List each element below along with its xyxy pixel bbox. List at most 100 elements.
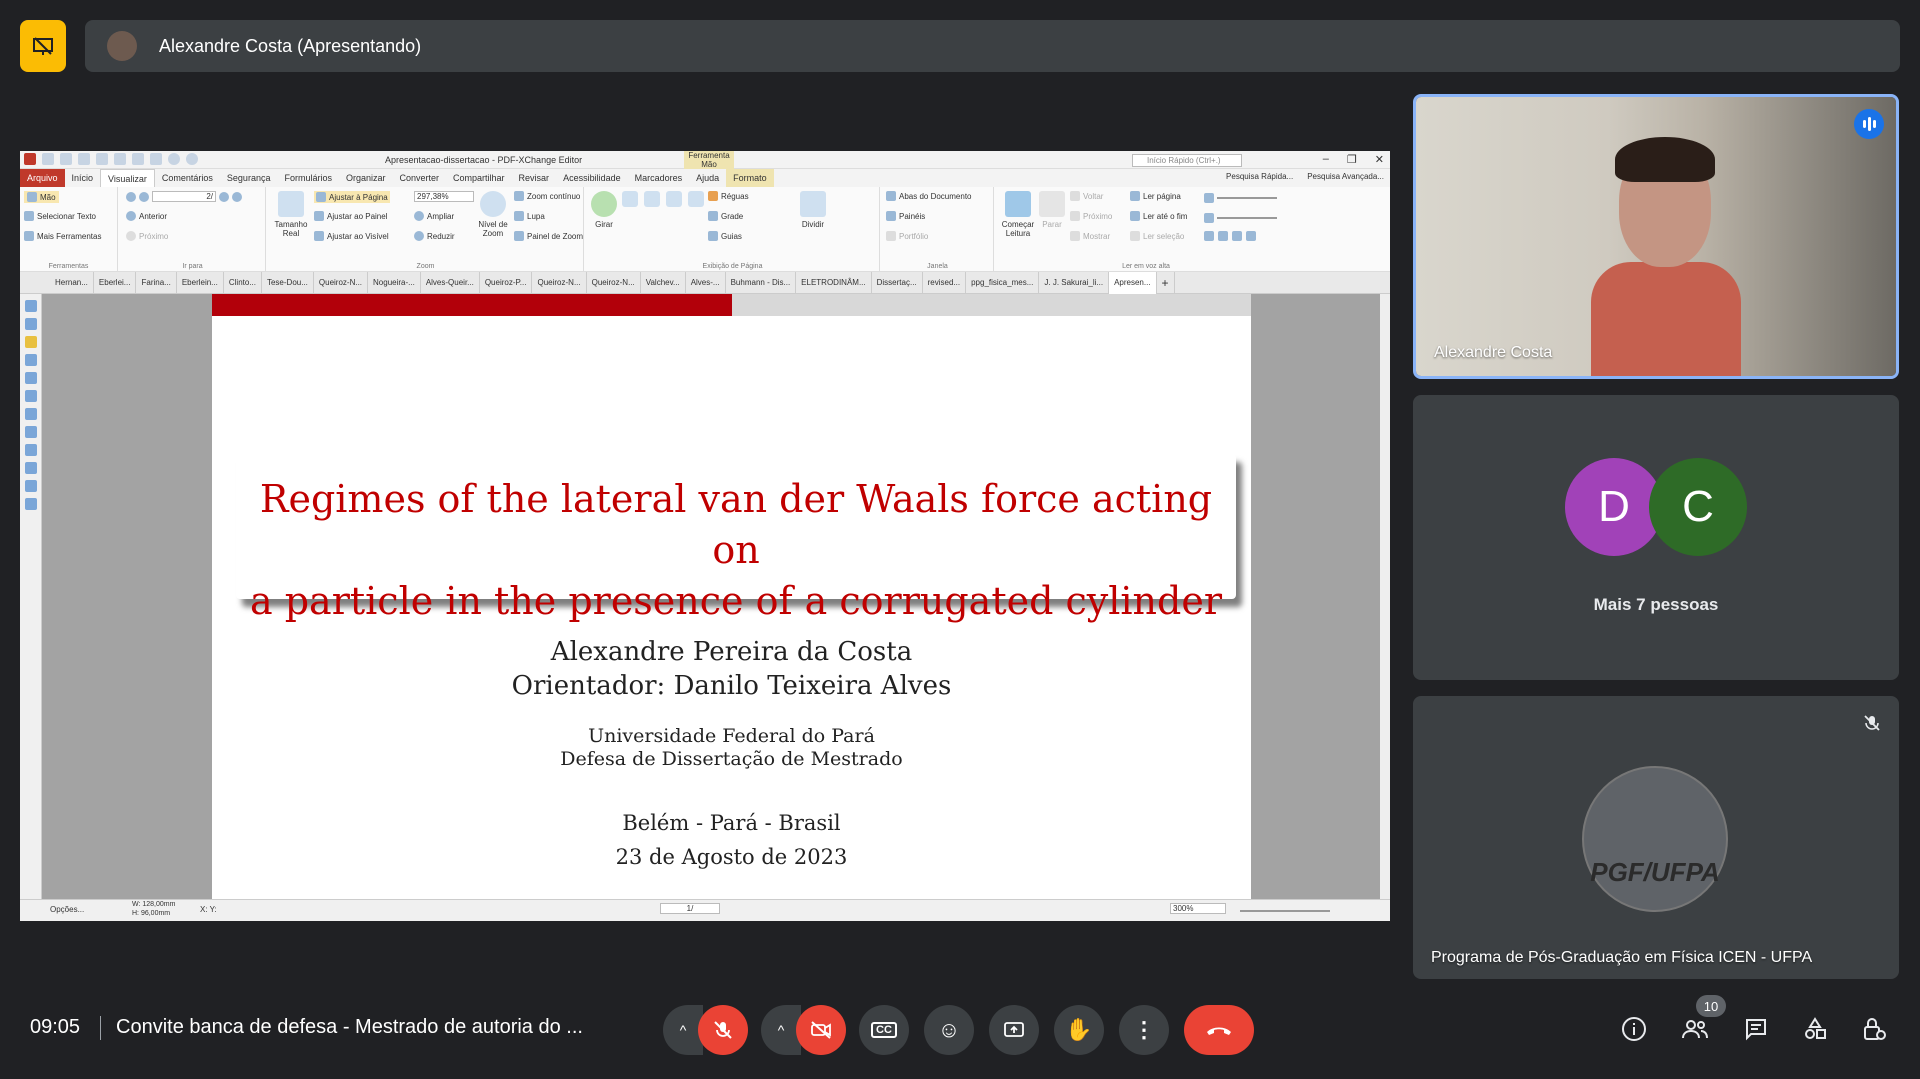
read-back-button[interactable]: Voltar <box>1070 191 1103 201</box>
zoom-panel-button[interactable]: Painel de Zoom <box>514 231 583 241</box>
redo-icon[interactable] <box>150 153 162 165</box>
audio-options-chevron-icon[interactable]: ^ <box>663 1005 703 1055</box>
read-next-button[interactable]: Próximo <box>1070 211 1112 221</box>
quick-search-input[interactable]: Início Rápido (Ctrl+.) <box>1132 154 1242 167</box>
forward-icon[interactable] <box>186 153 198 165</box>
doc-tab[interactable]: ppg_fisica_mes... <box>966 272 1040 294</box>
captions-button[interactable]: CC <box>859 1005 909 1055</box>
close-icon[interactable]: ✕ <box>1375 153 1384 166</box>
previous-button[interactable]: Anterior <box>126 211 167 221</box>
people-icon[interactable] <box>1679 1013 1711 1045</box>
menu-organizar[interactable]: Organizar <box>339 169 393 187</box>
doc-tab[interactable]: Eberlei... <box>94 272 137 294</box>
activities-icon[interactable] <box>1799 1013 1831 1045</box>
zoom-out-button[interactable]: Reduzir <box>414 231 455 241</box>
portfolio-button[interactable]: Portfólio <box>886 231 928 241</box>
print-icon[interactable] <box>78 153 90 165</box>
doc-tabs-button[interactable]: Abas do Documento <box>886 191 972 201</box>
menu-inicio[interactable]: Início <box>65 169 101 187</box>
active-speaker-tile[interactable]: Alexandre Costa <box>1413 94 1899 379</box>
restore-icon[interactable]: ❐ <box>1347 153 1357 166</box>
comments-icon[interactable] <box>25 336 37 348</box>
save-icon[interactable] <box>60 153 72 165</box>
doc-tab[interactable]: Clinto... <box>224 272 262 294</box>
cloud-icon[interactable] <box>114 153 126 165</box>
single-page-icon[interactable] <box>622 191 638 207</box>
layers-icon[interactable] <box>25 372 37 384</box>
video-options-chevron-icon[interactable]: ^ <box>761 1005 801 1055</box>
advanced-search-button[interactable]: Pesquisa Avançada... <box>1307 172 1384 181</box>
camera-toggle-button[interactable] <box>796 1005 846 1055</box>
doc-tab[interactable]: Valchev... <box>641 272 686 294</box>
guides-button[interactable]: Guias <box>708 231 742 241</box>
doc-tab[interactable]: Queiroz-N... <box>532 272 587 294</box>
volume-slider[interactable] <box>1204 193 1277 203</box>
attachments-icon[interactable] <box>25 354 37 366</box>
zoom-in-button[interactable]: Ampliar <box>414 211 454 221</box>
presenter-bar[interactable]: Alexandre Costa (Apresentando) <box>85 20 1900 72</box>
present-button[interactable] <box>989 1005 1039 1055</box>
signatures-icon[interactable] <box>25 390 37 402</box>
loupe-button[interactable]: Lupa <box>514 211 545 221</box>
rulers-button[interactable]: Réguas <box>708 191 749 201</box>
menu-acessibilidade[interactable]: Acessibilidade <box>556 169 628 187</box>
voice-icon-4[interactable] <box>1246 231 1256 241</box>
show-button[interactable]: Mostrar <box>1070 231 1110 241</box>
document-viewer[interactable]: Regimes of the lateral van der Waals for… <box>42 294 1380 899</box>
doc-tab[interactable]: Queiroz-N... <box>314 272 369 294</box>
properties-icon[interactable] <box>25 498 37 510</box>
doc-tab[interactable]: Dissertaç... <box>872 272 923 294</box>
leave-call-button[interactable] <box>1184 1005 1254 1055</box>
rate-slider[interactable] <box>1204 213 1277 223</box>
back-icon[interactable] <box>168 153 180 165</box>
doc-tab[interactable]: Buhmann - Dis... <box>726 272 797 294</box>
tags-icon[interactable] <box>25 462 37 474</box>
doc-tab[interactable]: Hernan... <box>50 272 94 294</box>
new-tab-icon[interactable]: + <box>1157 272 1175 294</box>
info-icon[interactable] <box>1618 1013 1650 1045</box>
menu-comentarios[interactable]: Comentários <box>155 169 220 187</box>
open-icon[interactable] <box>42 153 54 165</box>
voice-icon-1[interactable] <box>1204 231 1214 241</box>
doc-tab-active[interactable]: Apresen... <box>1109 272 1157 294</box>
last-page-icon[interactable] <box>232 191 242 202</box>
bookmarks-icon[interactable] <box>25 300 37 312</box>
doc-tab[interactable]: ELETRODINÂM... <box>796 272 872 294</box>
undo-icon[interactable] <box>132 153 144 165</box>
meeting-title[interactable]: Convite banca de defesa - Mestrado de au… <box>116 1016 583 1039</box>
zoom-slider[interactable] <box>1240 910 1330 912</box>
fields-icon[interactable] <box>25 426 37 438</box>
options-button[interactable]: Opções... <box>50 905 84 914</box>
more-participants-tile[interactable]: D C Mais 7 pessoas <box>1413 395 1899 680</box>
search-icon[interactable] <box>25 444 37 456</box>
status-zoom-select[interactable]: 300% <box>1170 903 1226 914</box>
doc-tab[interactable]: Nogueira-... <box>368 272 421 294</box>
email-icon[interactable] <box>96 153 108 165</box>
read-page-button[interactable]: Ler página <box>1130 191 1181 201</box>
page-navigator[interactable]: 2/ <box>126 191 242 202</box>
next-button[interactable]: Próximo <box>126 231 168 241</box>
menu-ajuda[interactable]: Ajuda <box>689 169 726 187</box>
doc-tab[interactable]: Farina... <box>136 272 177 294</box>
facing-page-icon[interactable] <box>666 191 682 207</box>
menu-compartilhar[interactable]: Compartilhar <box>446 169 512 187</box>
menu-formato[interactable]: Formato <box>726 169 774 187</box>
mic-toggle-button[interactable] <box>698 1005 748 1055</box>
links-icon[interactable] <box>25 480 37 492</box>
menu-marcadores[interactable]: Marcadores <box>628 169 690 187</box>
vertical-scrollbar[interactable] <box>1380 294 1390 899</box>
quick-search-button[interactable]: Pesquisa Rápida... <box>1226 172 1293 181</box>
pages-icon[interactable] <box>25 318 37 330</box>
doc-tab[interactable]: revised... <box>923 272 967 294</box>
zoom-select[interactable]: 297,38% <box>414 191 474 202</box>
fit-panel-button[interactable]: Ajustar ao Painel <box>314 211 387 221</box>
voice-icon-2[interactable] <box>1218 231 1228 241</box>
first-page-icon[interactable] <box>126 191 136 202</box>
status-page-input[interactable]: 1/ <box>660 903 720 914</box>
volume-track[interactable] <box>1217 197 1277 199</box>
read-to-end-button[interactable]: Ler até o fim <box>1130 211 1187 221</box>
menu-seguranca[interactable]: Segurança <box>220 169 278 187</box>
hand-tool-button[interactable]: Mão <box>24 191 59 203</box>
more-options-button[interactable]: ⋮ <box>1119 1005 1169 1055</box>
cover-page-icon[interactable] <box>688 191 704 207</box>
